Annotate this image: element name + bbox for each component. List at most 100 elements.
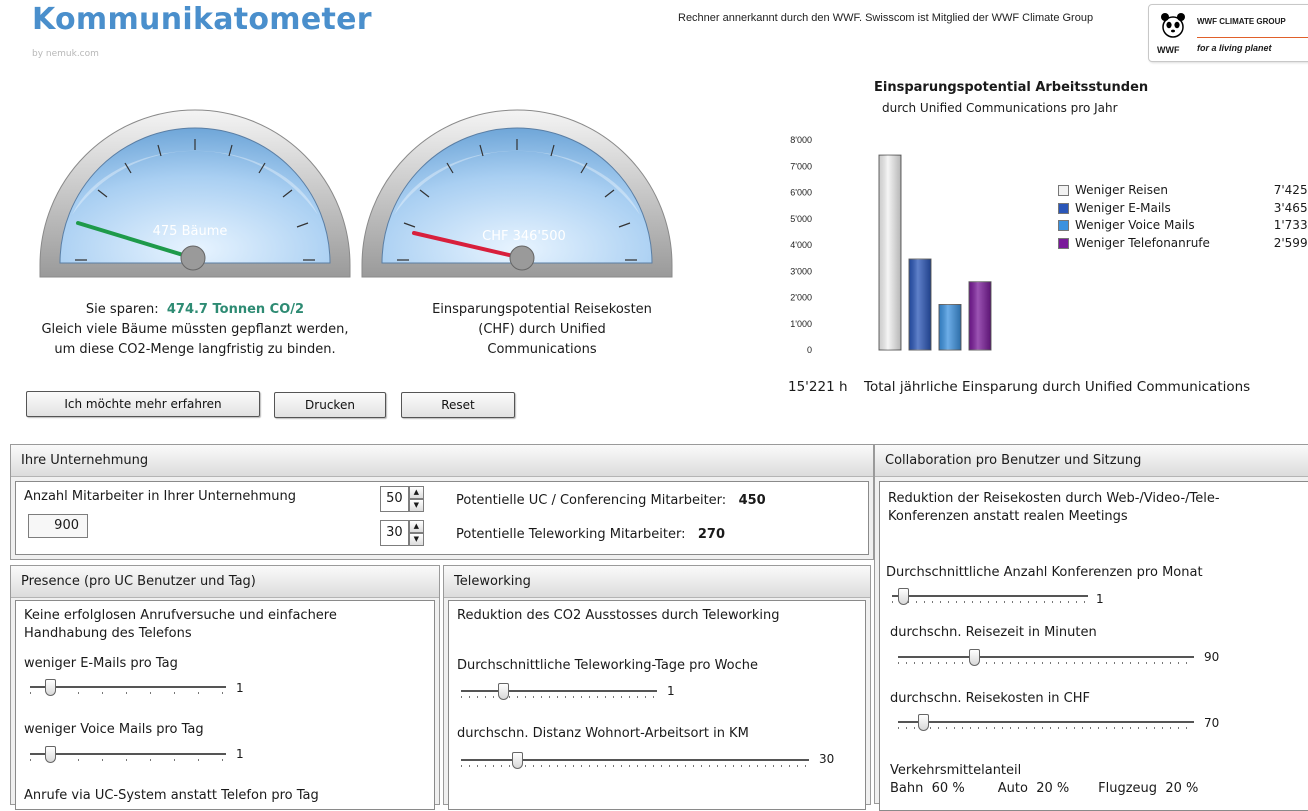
flug-label: Flugzeug [1098, 781, 1158, 796]
slider-thumb[interactable] [511, 752, 523, 769]
wwf-logo-text: WWF [1157, 45, 1180, 55]
bar-shading [939, 304, 961, 350]
voicemails-slider[interactable] [30, 746, 226, 766]
increment-icon[interactable]: ▲ [408, 486, 424, 499]
calls-label: Anrufe via UC-System anstatt Telefon pro… [24, 788, 319, 803]
employees-input[interactable]: 900 [28, 514, 88, 538]
emails-label: weniger E-Mails pro Tag [24, 656, 178, 671]
slider-thumb[interactable] [498, 683, 509, 700]
uc-staff-row: Potentielle UC / Conferencing Mitarbeite… [456, 492, 766, 510]
voicemails-label: weniger Voice Mails pro Tag [24, 722, 204, 737]
legend-item: Weniger Reisen 7'425 h [1058, 182, 1308, 200]
voicemails-value: 1 [236, 747, 244, 761]
hours-bar-chart: 0 1'000 2'000 3'000 4'000 5'000 6'000 7'000 8'00… [790, 135, 992, 355]
legend-label: Weniger Reisen [1075, 183, 1168, 197]
presence-panel-body: Keine erfolglosen Anrufversuche und einf… [15, 600, 435, 810]
telework-days-value: 1 [667, 684, 675, 698]
bahn-value: 60 % [931, 781, 965, 796]
presence-intro: Keine erfolglosen Anrufversuche und einf… [24, 608, 337, 623]
costs-caption: Einsparungspotential Reisekosten (CHF) d… [392, 300, 692, 360]
travel-time-label: durchschn. Reisezeit in Minuten [890, 625, 1097, 640]
bar-shading [969, 281, 991, 350]
y-tick-label: 3'000 [790, 266, 812, 276]
chart-legend: Weniger Reisen 7'425 h Weniger E-Mails 3'46… [1058, 182, 1308, 252]
company-panel-body: Anzahl Mitarbeiter in Ihrer Unternehmung… [15, 481, 869, 555]
total-hours-label: Total jährliche Einsparung durch Unified… [864, 379, 1251, 395]
presence-panel: Presence (pro UC Benutzer und Tag) Keine… [10, 565, 440, 810]
tele-percent-value[interactable]: 30 [380, 520, 409, 546]
collaboration-panel-body: Reduktion der Reisekosten durch Web-/Vid… [879, 481, 1308, 811]
slider-thumb[interactable] [44, 746, 56, 763]
bahn-label: Bahn [890, 781, 924, 796]
uc-percent-stepper[interactable]: 50 ▲ ▼ [380, 486, 424, 512]
panel-title: Collaboration pro Benutzer und Sitzung [875, 445, 1308, 477]
collaboration-intro: Konferenzen anstatt realen Meetings [888, 509, 1128, 524]
company-panel: Ihre Unternehmung Anzahl Mitarbeiter in … [10, 444, 874, 560]
teleworking-intro: Reduktion des CO2 Ausstosses durch Telew… [457, 608, 780, 623]
legend-label: Weniger E-Mails [1075, 200, 1171, 215]
tele-staff-row: Potentielle Teleworking Mitarbeiter: 270 [456, 526, 725, 544]
slider-thumb[interactable] [44, 679, 56, 696]
bar-shading [879, 155, 901, 350]
uc-staff-label: Potentielle UC / Conferencing Mitarbeite… [456, 493, 727, 508]
y-tick-label: 7'000 [790, 161, 812, 171]
legend-swatch [1058, 237, 1069, 249]
wwf-climate-group-logo[interactable]: WWF WWF CLIMATE GROUP for a living plane… [1148, 4, 1308, 62]
slider-thumb[interactable] [897, 588, 909, 605]
print-button[interactable]: Drucken [274, 392, 386, 418]
logo-divider [1197, 37, 1308, 38]
travel-time-slider[interactable] [898, 649, 1194, 669]
panel-title: Ihre Unternehmung [11, 445, 873, 477]
y-tick-label: 5'000 [790, 214, 812, 224]
telework-days-slider[interactable] [461, 683, 657, 703]
transport-mix-row: Bahn 60 % Auto 20 % Flugzeug 20 % [890, 780, 1198, 798]
costs-gauge: CHF 346'500 [361, 109, 673, 278]
emails-slider[interactable] [30, 679, 226, 699]
decrement-icon[interactable]: ▼ [408, 499, 424, 512]
learn-more-button[interactable]: Ich möchte mehr erfahren [26, 391, 260, 417]
wwf-slogan: for a living planet [1197, 43, 1272, 53]
travel-cost-value: 70 [1204, 716, 1220, 730]
travel-cost-slider[interactable] [898, 714, 1194, 734]
legend-value: 2'599 h [1273, 235, 1308, 250]
distance-slider[interactable] [461, 752, 809, 772]
chart-subtitle: durch Unified Communications pro Jahr [882, 101, 1118, 115]
conferences-slider[interactable] [892, 588, 1088, 608]
reset-button[interactable]: Reset [401, 392, 515, 418]
increment-icon[interactable]: ▲ [408, 520, 424, 533]
conferences-value: 1 [1096, 592, 1104, 606]
total-hours-value: 15'221 h [788, 379, 848, 395]
legend-label: Weniger Voice Mails [1075, 218, 1195, 232]
tele-staff-label: Potentielle Teleworking Mitarbeiter: [456, 527, 686, 542]
caption-line: um diese CO2-Menge langfristig zu binden… [54, 342, 336, 357]
byline: by nemuk.com [32, 49, 99, 59]
collaboration-panel: Collaboration pro Benutzer und Sitzung R… [874, 444, 1308, 811]
gauge-value-label: CHF 346'500 [482, 229, 566, 244]
caption-line: Gleich viele Bäume müssten gepflanzt wer… [41, 322, 349, 337]
slider-thumb[interactable] [969, 649, 981, 666]
distance-label: durchschn. Distanz Wohnort-Arbeitsort in… [457, 726, 749, 741]
trees-caption: Sie sparen: 474.7 Tonnen CO/2 Gleich vie… [30, 300, 360, 360]
legend-item: Weniger Voice Mails 1'733 h [1058, 217, 1308, 235]
emails-value: 1 [236, 681, 244, 695]
caption-line: Einsparungspotential Reisekosten [432, 302, 652, 317]
caption-prefix: Sie sparen: [85, 302, 159, 317]
telework-days-label: Durchschnittliche Teleworking-Tage pro W… [457, 658, 759, 673]
tele-percent-stepper[interactable]: 30 ▲ ▼ [380, 520, 424, 546]
decrement-icon[interactable]: ▼ [408, 533, 424, 546]
legend-swatch [1058, 202, 1069, 214]
y-tick-label: 6'000 [790, 188, 812, 198]
legend-swatch [1058, 220, 1069, 232]
co2-savings-value: 474.7 Tonnen CO/2 [166, 302, 305, 317]
uc-percent-value[interactable]: 50 [380, 486, 409, 512]
auto-label: Auto [997, 781, 1028, 796]
travel-time-value: 90 [1204, 650, 1220, 664]
caption-line: (CHF) durch Unified [478, 322, 606, 337]
panda-icon [1161, 13, 1185, 38]
legend-item: Weniger E-Mails 3'465 h [1058, 200, 1308, 218]
travel-cost-label: durchschn. Reisekosten in CHF [890, 691, 1091, 706]
wwf-group-text: WWF CLIMATE GROUP [1197, 17, 1286, 26]
legend-swatch [1058, 185, 1069, 197]
legend-value: 7'425 h [1273, 183, 1308, 197]
slider-thumb[interactable] [917, 714, 929, 731]
